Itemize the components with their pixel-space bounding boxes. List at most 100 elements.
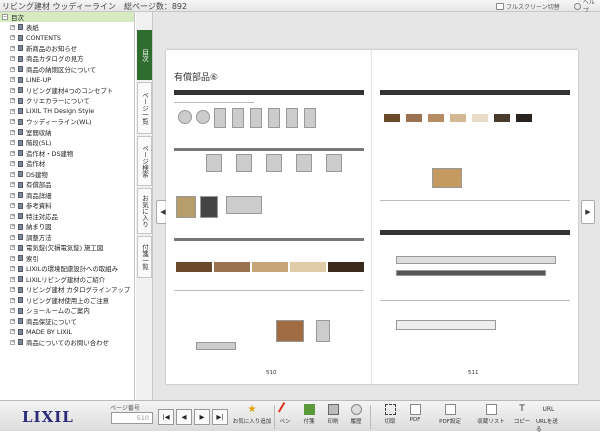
toc-item-label: DS建物: [26, 170, 48, 179]
pen-button[interactable]: ペン: [277, 401, 293, 430]
tab-page-search[interactable]: ページ検索: [137, 136, 152, 186]
fullscreen-toggle-button[interactable]: フルスクリーン切替: [496, 1, 560, 11]
toc-item-label: 電気錠(欠損電気錠) 施工図: [26, 244, 104, 253]
page-number-input[interactable]: 510: [111, 412, 153, 424]
expand-icon[interactable]: +: [10, 108, 15, 114]
expand-icon[interactable]: +: [10, 308, 15, 314]
tab-page-list[interactable]: ページ一覧: [137, 82, 152, 134]
toc-item[interactable]: + 階段(SL): [0, 138, 134, 149]
expand-icon[interactable]: +: [10, 329, 15, 335]
expand-icon[interactable]: +: [10, 35, 15, 41]
pdf-icon: [409, 404, 421, 415]
expand-icon[interactable]: +: [10, 24, 15, 30]
toc-item[interactable]: + LIXILの環境配慮設計への取組み: [0, 264, 134, 275]
sticky-note-button[interactable]: 付箋: [302, 404, 316, 430]
copy-button[interactable]: T コピー: [512, 404, 532, 430]
expand-icon[interactable]: +: [10, 98, 15, 104]
toc-item[interactable]: + CONTENTS: [0, 33, 134, 44]
toc-item[interactable]: + DS建物: [0, 169, 134, 180]
send-url-button[interactable]: URL URLを送る: [536, 404, 560, 433]
expand-icon[interactable]: +: [10, 276, 15, 282]
expand-icon[interactable]: +: [10, 119, 15, 125]
expand-icon[interactable]: +: [10, 318, 15, 324]
toc-item[interactable]: + ウッディーライン(WL): [0, 117, 134, 128]
list-icon: [485, 404, 497, 415]
toc-item[interactable]: + 室間収納: [0, 127, 134, 138]
toc-item[interactable]: + 商品カタログの見方: [0, 54, 134, 65]
expand-icon[interactable]: +: [10, 224, 15, 230]
tab-favorites[interactable]: お気に入り: [137, 188, 152, 234]
tab-toc[interactable]: 目次: [137, 30, 152, 80]
toc-item[interactable]: + 電気錠(欠損電気錠) 施工図: [0, 243, 134, 254]
next-page-arrow[interactable]: ▶: [581, 200, 595, 224]
expand-icon[interactable]: +: [10, 255, 15, 261]
help-button[interactable]: ヘルプ: [574, 0, 600, 15]
toc-item[interactable]: + クリエカラーについて: [0, 96, 134, 107]
toc-item[interactable]: + 特注対応品: [0, 211, 134, 222]
document-icon: [18, 118, 23, 125]
pdf-button[interactable]: PDF: [406, 404, 424, 430]
expand-icon[interactable]: +: [10, 171, 15, 177]
toc-item[interactable]: + 索引: [0, 253, 134, 264]
toc-item[interactable]: + MADE BY LIXIL: [0, 327, 134, 338]
expand-icon[interactable]: +: [10, 234, 15, 240]
expand-icon[interactable]: +: [10, 56, 15, 62]
prev-page-button[interactable]: ◀: [176, 409, 192, 425]
toc-item[interactable]: + リビング建材使用上のご注意: [0, 295, 134, 306]
tab-sticky-notes[interactable]: 付箋一覧: [137, 236, 152, 278]
toc-item[interactable]: + LIXIL TH Design Style: [0, 106, 134, 117]
toc-item[interactable]: + 有償部品: [0, 180, 134, 191]
expand-icon[interactable]: +: [10, 45, 15, 51]
expand-icon[interactable]: +: [10, 297, 15, 303]
expand-icon[interactable]: +: [10, 266, 15, 272]
next-page-button[interactable]: ▶: [194, 409, 210, 425]
collapse-icon[interactable]: −: [2, 14, 8, 20]
toc-item[interactable]: + LINE-UP: [0, 75, 134, 86]
history-button[interactable]: 履歴: [348, 404, 364, 430]
toc-item[interactable]: + 商品の納期区分について: [0, 64, 134, 75]
toc-item[interactable]: + リビング建材4つのコンセプト: [0, 85, 134, 96]
expand-icon[interactable]: +: [10, 77, 15, 83]
clip-button[interactable]: 切取: [380, 404, 400, 430]
fullscreen-icon: [496, 2, 504, 10]
expand-icon[interactable]: +: [10, 245, 15, 251]
toc-root[interactable]: − 目次: [0, 12, 134, 22]
toc-item[interactable]: + 参考資料: [0, 201, 134, 212]
toc-item[interactable]: + 商品詳細: [0, 190, 134, 201]
toc-item[interactable]: + 納まり図: [0, 222, 134, 233]
toc-item[interactable]: + 商品保証について: [0, 316, 134, 327]
expand-icon[interactable]: +: [10, 182, 15, 188]
document-icon: [18, 192, 23, 199]
add-favorite-button[interactable]: ★ お気に入り追加: [232, 404, 272, 430]
toc-item[interactable]: + 造作材: [0, 159, 134, 170]
toc-item[interactable]: + LIXILリビング建材のご紹介: [0, 274, 134, 285]
catalog-page-right[interactable]: 511: [372, 50, 578, 384]
catalog-page-left[interactable]: 有償部品⑥ 510: [166, 50, 372, 384]
toc-item[interactable]: + ショールームのご案内: [0, 306, 134, 317]
toc-item[interactable]: + 造作材・DS建物: [0, 148, 134, 159]
toc-item[interactable]: + 新商品のお知らせ: [0, 43, 134, 54]
expand-icon[interactable]: +: [10, 192, 15, 198]
toc-item[interactable]: + リビング建材 カタログラインアップ: [0, 285, 134, 296]
toc-item[interactable]: + 調整方法: [0, 232, 134, 243]
toc-item[interactable]: + 表紙: [0, 22, 134, 33]
expand-icon[interactable]: +: [10, 87, 15, 93]
first-page-button[interactable]: |◀: [158, 409, 174, 425]
collection-list-button[interactable]: 収蔵リスト: [474, 404, 508, 430]
last-page-button[interactable]: ▶|: [212, 409, 228, 425]
product-image: [196, 110, 210, 124]
section-header: [380, 90, 570, 95]
expand-icon[interactable]: +: [10, 213, 15, 219]
expand-icon[interactable]: +: [10, 129, 15, 135]
expand-icon[interactable]: +: [10, 150, 15, 156]
expand-icon[interactable]: +: [10, 339, 15, 345]
expand-icon[interactable]: +: [10, 161, 15, 167]
url-icon: URL: [542, 406, 555, 413]
pdf-settings-button[interactable]: PDF設定: [436, 404, 464, 430]
print-button[interactable]: 印刷: [326, 404, 340, 430]
expand-icon[interactable]: +: [10, 203, 15, 209]
expand-icon[interactable]: +: [10, 140, 15, 146]
toc-item[interactable]: + 商品についてのお問い合わせ: [0, 337, 134, 348]
expand-icon[interactable]: +: [10, 287, 15, 293]
expand-icon[interactable]: +: [10, 66, 15, 72]
